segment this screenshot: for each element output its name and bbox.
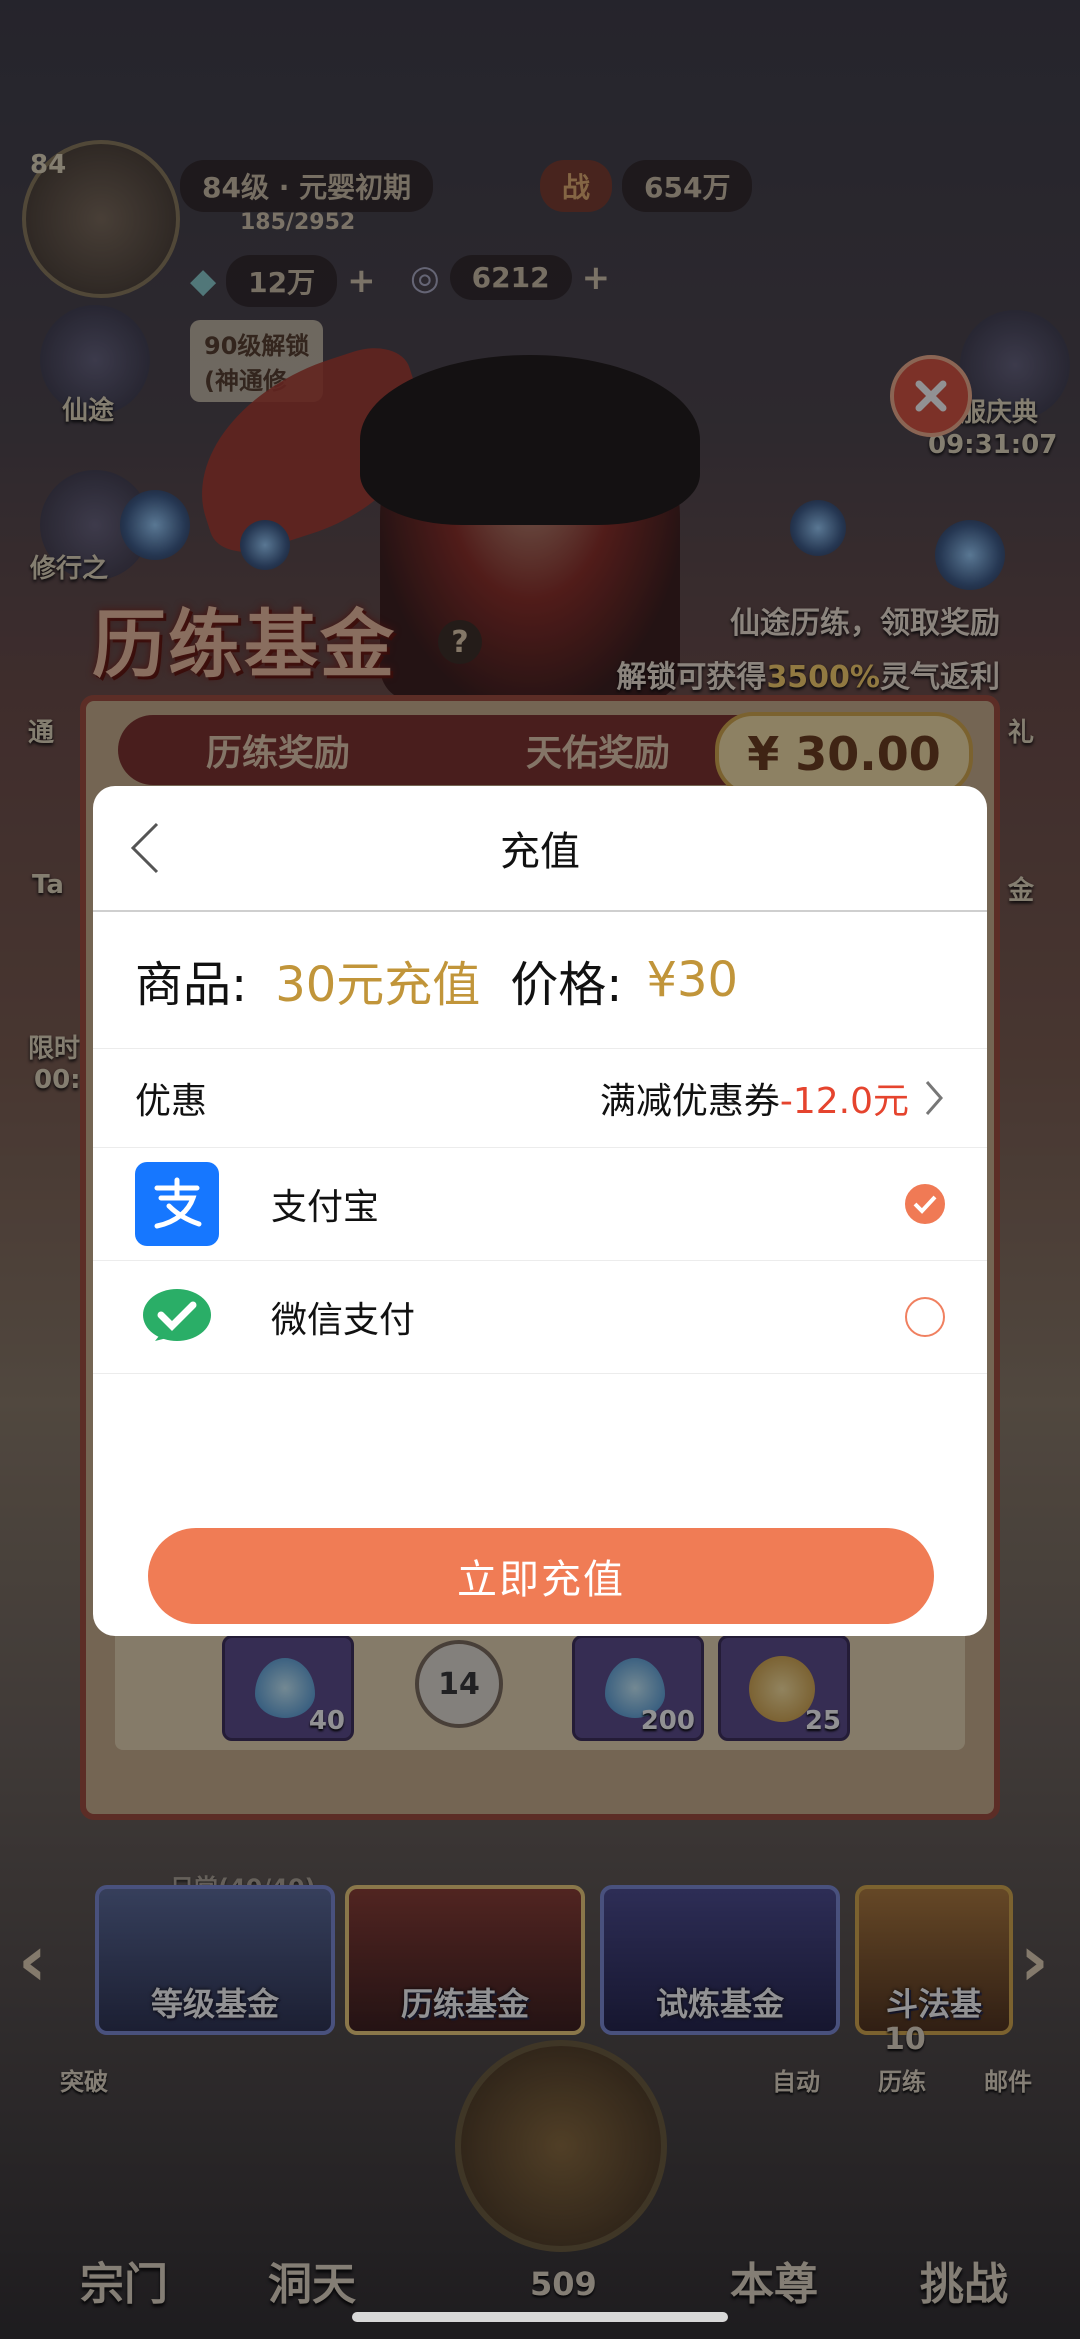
modal-title: 充值	[500, 829, 580, 875]
check-icon	[913, 1195, 937, 1214]
coupon-selector[interactable]: 满减优惠券 -12.0元	[600, 1072, 945, 1124]
alipay-radio-checked[interactable]	[905, 1184, 945, 1224]
alipay-icon	[135, 1162, 219, 1246]
modal-header: 充值	[93, 786, 987, 912]
payment-method-name: 微信支付	[271, 1300, 416, 1341]
payment-method-name: 支付宝	[271, 1187, 380, 1228]
wechat-pay-icon	[135, 1275, 219, 1359]
chevron-right-icon	[925, 1081, 943, 1115]
payment-option-wechat[interactable]: 微信支付	[93, 1261, 987, 1374]
recharge-modal: 充值 商品: 30元充值 价格: ¥30 优惠 满减优惠券 -12.0元 支付宝…	[93, 786, 987, 1636]
price-value: ¥30	[646, 952, 739, 1008]
recharge-now-button[interactable]: 立即充值	[148, 1528, 934, 1624]
product-info: 商品: 30元充值 价格: ¥30	[93, 912, 987, 1049]
chevron-left-icon	[130, 822, 159, 874]
coupon-value: -12.0元	[779, 1081, 909, 1122]
wechat-radio[interactable]	[905, 1297, 945, 1337]
product-label: 商品:	[135, 957, 248, 1013]
discount-row[interactable]: 优惠 满减优惠券 -12.0元	[93, 1049, 987, 1148]
coupon-text: 满减优惠券	[599, 1081, 780, 1122]
back-button[interactable]	[127, 820, 177, 876]
product-value: 30元充值	[275, 957, 481, 1013]
home-indicator[interactable]	[352, 2312, 728, 2322]
payment-option-alipay[interactable]: 支付宝	[93, 1148, 987, 1261]
discount-label: 优惠	[135, 1081, 208, 1122]
price-label: 价格:	[510, 957, 623, 1013]
